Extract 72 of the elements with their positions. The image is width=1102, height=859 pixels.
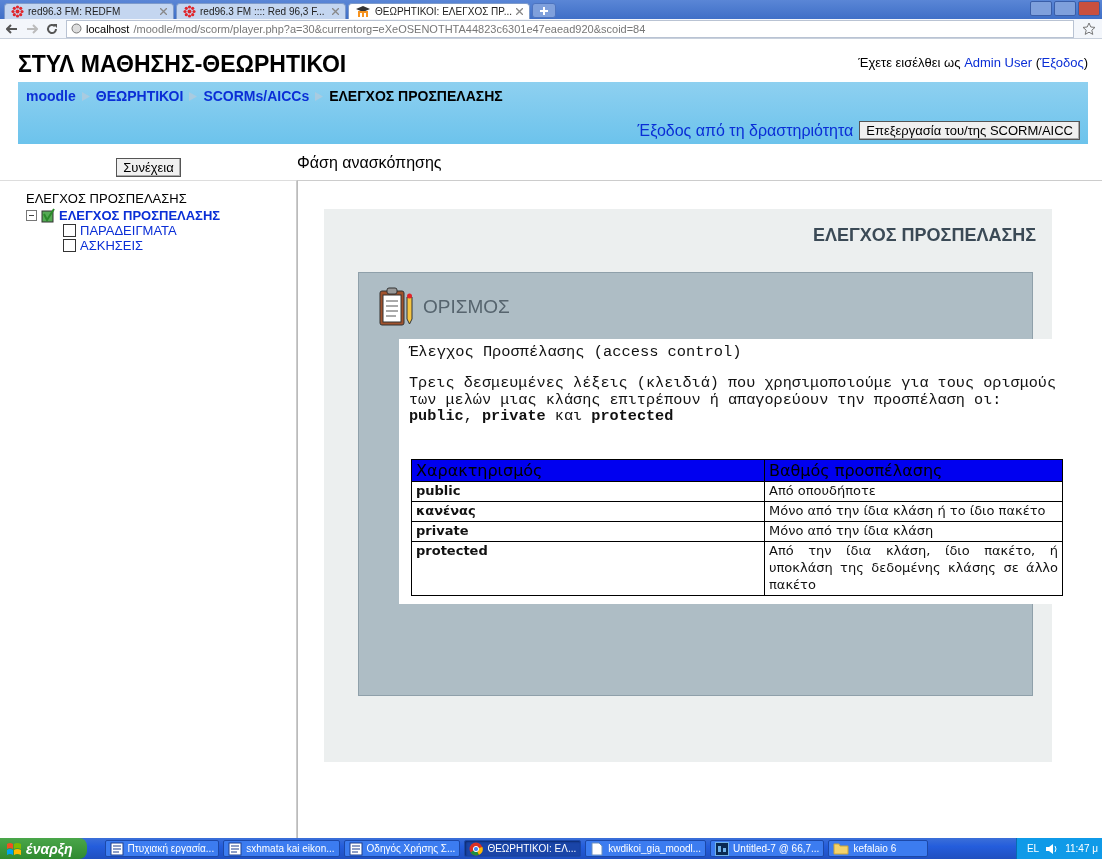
taskbar-item[interactable]: Untitled-7 @ 66,7... xyxy=(710,840,825,857)
section-heading: Έλεγχος Προσπέλασης (access control) xyxy=(409,343,743,361)
document-icon xyxy=(348,841,363,856)
separator-icon xyxy=(81,91,90,101)
tree-link[interactable]: ΕΛΕΓΧΟΣ ΠΡΟΣΠΕΛΑΣΗΣ xyxy=(59,208,221,223)
close-icon[interactable] xyxy=(332,8,339,15)
taskbar-item[interactable]: sxhmata kai eikon... xyxy=(223,840,340,857)
continue-button[interactable]: Συνέχεια xyxy=(116,157,181,177)
globe-icon xyxy=(71,23,82,34)
table-cell: κανένας xyxy=(411,501,765,522)
new-tab-button[interactable] xyxy=(532,3,557,18)
collapse-toggle[interactable] xyxy=(26,210,37,221)
course-title: ΣΤΥΛ ΜΑΘΗΣΗΣ-ΘΕΩΡΗΤΙΚΟΙ xyxy=(18,51,347,78)
start-button[interactable]: έναρξη xyxy=(0,838,87,859)
close-icon[interactable] xyxy=(160,8,167,15)
separator-icon xyxy=(315,91,324,101)
table-cell: Από την ίδια κλάση, ίδιο πακέτο, ή υποκλάση της δεδομένης κλάσης σε άλλο πακέτο xyxy=(764,541,1063,595)
tree-title: ΕΛΕΓΧΟΣ ΠΡΟΣΠΕΛΑΣΗΣ xyxy=(26,191,188,206)
user-link[interactable]: Admin User xyxy=(964,55,1033,70)
maximize-button[interactable] xyxy=(1054,1,1076,16)
photoshop-icon xyxy=(715,841,730,856)
forward-icon[interactable] xyxy=(26,23,38,34)
folder-icon xyxy=(833,842,850,855)
burst-icon xyxy=(183,5,196,18)
taskbar-item[interactable]: ΘΕΩΡΗΤΙΚΟΙ: ΕΛ... xyxy=(464,840,582,857)
table-cell: private xyxy=(411,521,765,542)
table-cell: Μόνο από την ίδια κλάση xyxy=(764,521,1063,542)
table-cell: public xyxy=(411,481,765,502)
table-cell: Μόνο από την ίδια κλάση ή το ίδιο πακέτο xyxy=(764,501,1063,522)
clock: 11:47 μ xyxy=(1065,843,1098,854)
paragraph: Τρεις δεσμευμένες λέξεις (κλειδιά) που χρησιμοποιούμε για τους ορισμούς των μελών μιας κλάσης επιτρέπουν ή απαγορεύουν την προσπέλαση οι: public, private και protected xyxy=(409,375,1058,426)
edit-button[interactable]: Επεξεργασία του/της SCORM/AICC xyxy=(859,121,1080,140)
star-icon[interactable] xyxy=(1082,21,1096,36)
breadcrumb-link[interactable]: SCORMs/AICCs xyxy=(203,88,310,104)
browser-tab[interactable]: red96.3 FM: REDFM xyxy=(4,3,174,19)
login-info: Έχετε εισέλθει ως Admin User (Έξοδος) xyxy=(858,55,1088,70)
exit-activity-link[interactable]: Έξοδος από τη δραστηριότητα xyxy=(637,121,854,140)
chrome-icon xyxy=(469,841,484,856)
tree-link[interactable]: ΑΣΚΗΣΕΙΣ xyxy=(80,238,144,253)
plus-icon xyxy=(540,6,549,15)
close-icon[interactable] xyxy=(516,8,524,15)
browser-tab[interactable]: red96.3 FM :::: Red 96,3 F... xyxy=(176,3,346,19)
taskbar-item[interactable]: Οδηγός Χρήσης Σ... xyxy=(343,840,461,857)
speaker-icon[interactable] xyxy=(1045,842,1060,855)
breadcrumb-link[interactable]: ΘΕΩΡΗΤΙΚΟΙ xyxy=(95,88,184,104)
table-cell: protected xyxy=(411,541,765,595)
mortarboard-icon xyxy=(355,5,371,18)
reload-icon[interactable] xyxy=(46,22,58,35)
breadcrumb-link[interactable]: moodle xyxy=(26,88,76,104)
browser-tab[interactable]: ΘΕΩΡΗΤΙΚΟΙ: ΕΛΕΓΧΟΣ ΠΡ... xyxy=(348,3,531,19)
file-icon xyxy=(590,841,605,856)
document-icon xyxy=(109,841,124,856)
taskbar-item[interactable]: kwdikoi_gia_moodl... xyxy=(585,840,707,857)
mode-label: Φάση ανασκόπησης xyxy=(297,154,442,172)
windows-logo-icon xyxy=(6,841,22,856)
back-icon[interactable] xyxy=(6,23,18,34)
table-cell: Από οπουδήποτε xyxy=(764,481,1063,502)
page-title: ΕΛΕΓΧΟΣ ΠΡΟΣΠΕΛΑΣΗΣ xyxy=(812,225,1037,246)
column-header: Χαρακτηρισμός xyxy=(411,459,765,482)
clipboard-icon xyxy=(379,287,415,327)
breadcrumb-current: ΕΛΕΓΧΟΣ ΠΡΟΣΠΕΛΑΣΗΣ xyxy=(329,88,503,104)
burst-icon xyxy=(11,5,24,18)
section-title: ΟΡΙΣΜΟΣ xyxy=(423,296,510,318)
taskbar-item[interactable]: Πτυχιακή εργασία... xyxy=(104,840,220,857)
document-icon xyxy=(228,841,243,856)
taskbar-item[interactable]: kefalaio 6 xyxy=(828,840,929,857)
address-field[interactable]: localhost /moodle/mod/scorm/player.php?a=30&currentorg=eXeOSENOTHTA44823c6301e47eaead920&scoid=84 xyxy=(66,19,1074,38)
column-header: Βαθμός προσπέλασης xyxy=(764,459,1063,482)
minimize-button[interactable] xyxy=(1030,1,1052,16)
separator-icon xyxy=(189,91,198,101)
tree-link[interactable]: ΠΑΡΑΔΕΙΓΜΑΤΑ xyxy=(80,223,177,238)
logout-link[interactable]: Έξοδος xyxy=(1040,55,1084,70)
